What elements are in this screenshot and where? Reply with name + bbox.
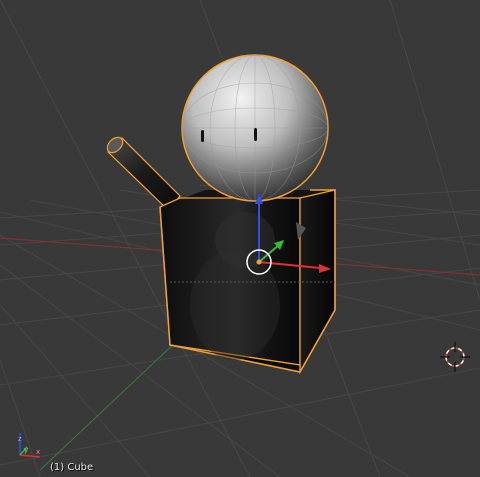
3d-cursor-icon[interactable] [440, 342, 470, 372]
head-mesh[interactable] [181, 54, 329, 202]
arm-mesh[interactable] [104, 134, 181, 211]
active-object-label: (1) Cube [50, 462, 94, 473]
viewport-scene[interactable]: z y x [0, 0, 480, 477]
svg-text:z: z [18, 435, 22, 443]
cube-mesh[interactable] [159, 189, 336, 375]
svg-text:y: y [24, 446, 28, 454]
3d-viewport[interactable]: z y x (1) Cube [0, 0, 480, 477]
svg-text:x: x [36, 448, 40, 456]
